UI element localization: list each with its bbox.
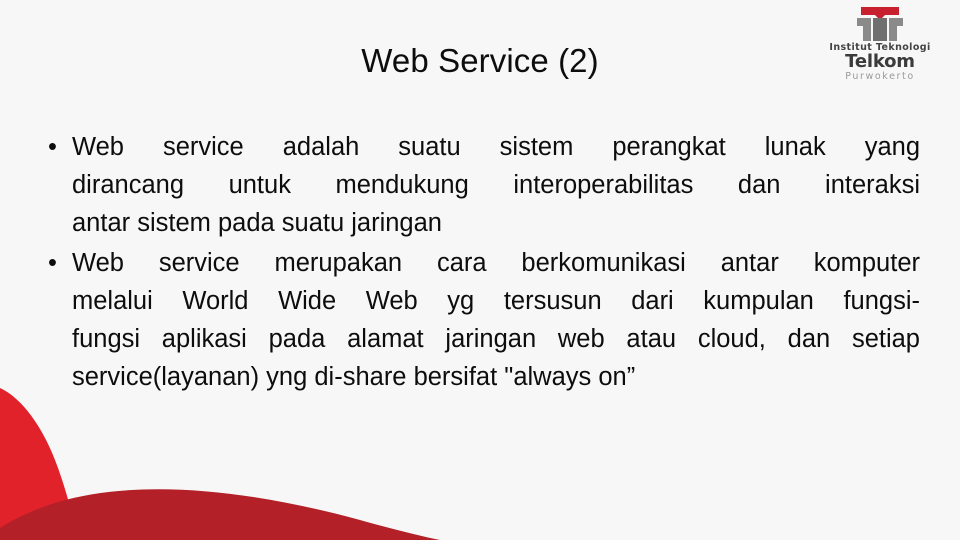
telkom-t-mark-icon xyxy=(857,7,903,41)
slide-title: Web Service (2) xyxy=(361,42,599,79)
bullet-line: antar sistem pada suatu jaringan xyxy=(72,209,442,237)
bullet-item: Web service merupakan cara berkomunikasi… xyxy=(30,244,920,396)
bullet-line: Web service adalah suatu sistem perangka… xyxy=(72,133,920,161)
bullet-line: melalui World Wide Web yg tersusun dari … xyxy=(72,287,920,315)
bullet-line: fungsi aplikasi pada alamat jaringan web… xyxy=(72,325,920,353)
bullet-line: dirancang untuk mendukung interoperabili… xyxy=(72,171,920,199)
bright-red-curve xyxy=(0,388,76,540)
slide-body: Web service adalah suatu sistem perangka… xyxy=(30,128,920,398)
bullet-item: Web service adalah suatu sistem perangka… xyxy=(30,128,920,242)
bullet-line: service(layanan) yng di-share bersifat "… xyxy=(72,363,636,391)
slide-canvas: Institut Teknologi Telkom Purwokerto Web… xyxy=(0,0,960,540)
bullet-line: Web service merupakan cara berkomunikasi… xyxy=(72,249,920,277)
dark-red-swoosh xyxy=(0,489,440,540)
